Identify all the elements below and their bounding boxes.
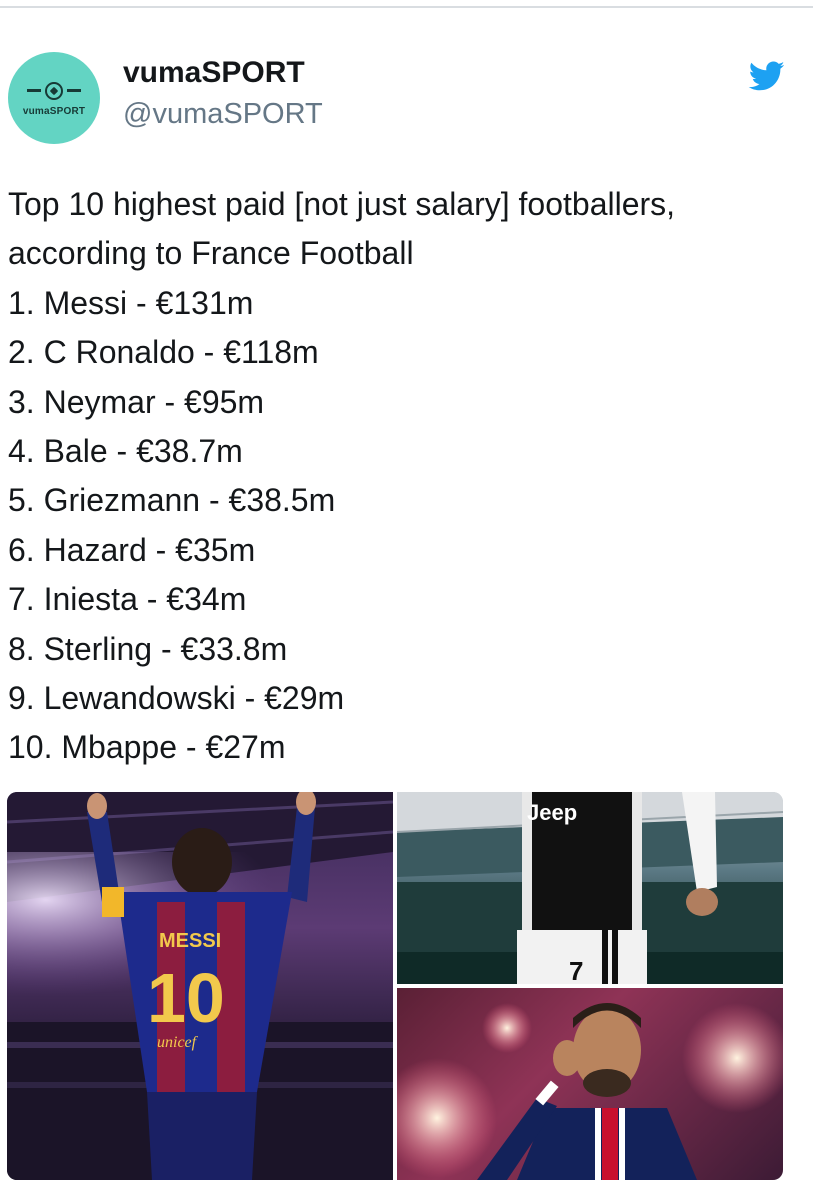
media-photo-messi[interactable]: MESSI 10 unicef [7, 792, 393, 1180]
shirt-number-text: 10 [147, 959, 225, 1037]
display-name[interactable]: vumaSPORT [123, 56, 305, 90]
shirt-sponsor-text: unicef [157, 1034, 199, 1051]
ranking-item: 8. Sterling - €33.8m [8, 630, 288, 667]
ronaldo-photo-illustration: Jeep 7 [397, 792, 783, 984]
tweet-headline-line: according to France Football [8, 235, 414, 272]
soccer-ball-icon [27, 81, 81, 100]
avatar[interactable]: vumaSPORT [8, 52, 100, 144]
ranking-item: 7. Iniesta - €34m [8, 581, 247, 618]
ranking-item: 2. C Ronaldo - €118m [8, 334, 319, 371]
shirt-name-text: MESSI [159, 930, 221, 952]
neymar-photo-illustration [397, 1003, 783, 1180]
tweet-body: Top 10 highest paid [not just salary] fo… [8, 180, 803, 773]
tweet-headline-line: Top 10 highest paid [not just salary] fo… [8, 186, 676, 222]
ranking-item: 5. Griezmann - €38.5m [8, 482, 336, 519]
shirt-sponsor-text: Jeep [527, 800, 577, 825]
avatar-label: vumaSPORT [22, 105, 86, 117]
tweet-header: vumaSPORT vumaSPORT @vumaSPORT [8, 52, 798, 148]
ranking-item: 6. Hazard - €35m [8, 531, 256, 568]
ranking-item: 9. Lewandowski - €29m [8, 680, 345, 717]
media-grid: MESSI 10 unicef Jeep 7 [7, 792, 783, 1180]
media-photo-neymar[interactable] [397, 988, 783, 1180]
ranking-item: 1. Messi - €131m [8, 284, 254, 321]
ranking-item: 4. Bale - €38.7m [8, 433, 243, 470]
user-handle[interactable]: @vumaSPORT [123, 98, 323, 131]
media-photo-ronaldo[interactable]: Jeep 7 [397, 792, 783, 984]
ranking-item: 10. Mbappe - €27m [8, 729, 286, 766]
messi-photo-illustration: MESSI 10 unicef [7, 792, 393, 1180]
ranking-item: 3. Neymar - €95m [8, 383, 265, 420]
top-divider [0, 6, 813, 8]
twitter-bird-icon[interactable] [746, 58, 788, 94]
shirt-number-text: 7 [569, 956, 583, 984]
